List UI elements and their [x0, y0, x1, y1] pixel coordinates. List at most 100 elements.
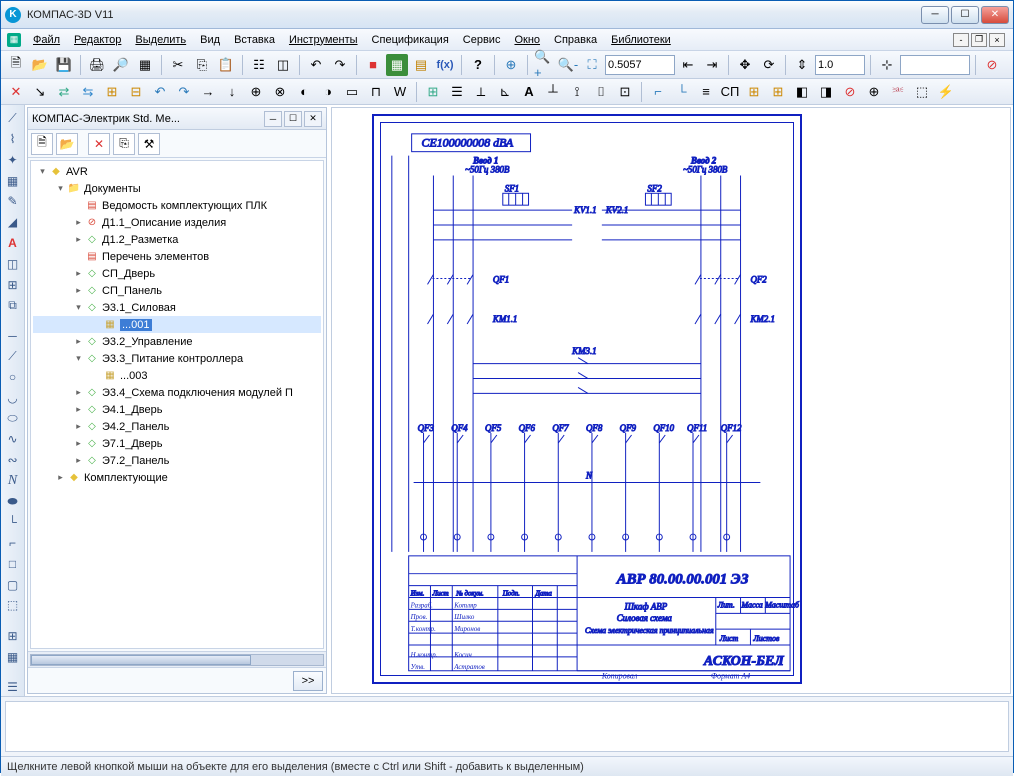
eb31[interactable]: ◧ [791, 81, 813, 103]
eb11[interactable]: ◐ [293, 81, 315, 103]
help-button[interactable]: ? [467, 54, 489, 76]
redraw-button[interactable]: ⟳ [758, 54, 780, 76]
tree-item[interactable]: ▸◇Э3.2_Управление [33, 333, 321, 350]
eb8[interactable]: ↓ [221, 81, 243, 103]
pan-button[interactable]: ✥ [734, 54, 756, 76]
stop-button[interactable]: ■ [362, 54, 384, 76]
pt-copy[interactable]: ⎘ [113, 133, 135, 155]
eb14[interactable]: ⊓ [365, 81, 387, 103]
menu-select[interactable]: Выделить [129, 32, 192, 48]
eb33[interactable]: ⊘ [839, 81, 861, 103]
mdi-restore[interactable]: ❐ [971, 33, 987, 47]
tree-item[interactable]: ▸◇Э7.2_Панель [33, 452, 321, 469]
eb29[interactable]: ⊞ [743, 81, 765, 103]
tree-item[interactable]: ▸⊘Д1.1_Описание изделия [33, 214, 321, 231]
zoom-in-button[interactable]: 🔍+ [533, 54, 555, 76]
eb25[interactable]: ⌐ [647, 81, 669, 103]
lt27[interactable]: ☰ [3, 677, 23, 696]
pt-open[interactable]: 📂 [56, 133, 78, 155]
menu-help[interactable]: Справка [548, 32, 603, 48]
props-button[interactable]: ☷ [248, 54, 270, 76]
tree-item[interactable]: ▾◇Э3.1_Силовая [33, 299, 321, 316]
eb18[interactable]: ⟂ [470, 81, 492, 103]
eb16[interactable]: ⊞ [422, 81, 444, 103]
eb17[interactable]: ☰ [446, 81, 468, 103]
redo2[interactable]: ↷ [173, 81, 195, 103]
eb5[interactable]: ⊞ [101, 81, 123, 103]
undo-button[interactable]: ↶ [305, 54, 327, 76]
eb7[interactable]: → [197, 81, 219, 103]
tree-item[interactable]: ▾📁Документы [33, 180, 321, 197]
menu-file[interactable]: Файл [27, 32, 66, 48]
panel-close[interactable]: ✕ [304, 111, 322, 127]
project-tree[interactable]: ▾◆AVR▾📁Документы▤Ведомость комплектующих… [30, 160, 324, 649]
step-combo[interactable] [815, 55, 865, 75]
pt-del[interactable]: ✕ [88, 133, 110, 155]
tree-item[interactable]: ▸◇Д1.2_Разметка [33, 231, 321, 248]
zoom-out-button[interactable]: 🔍- [557, 54, 579, 76]
lt24[interactable]: ⬚ [3, 596, 23, 615]
lt20[interactable]: └ [3, 513, 23, 532]
preview-button[interactable]: 🔎 [110, 54, 132, 76]
eb1[interactable]: ✕ [5, 81, 27, 103]
tree-item[interactable]: ▤Ведомость комплектующих ПЛК [33, 197, 321, 214]
lt23[interactable]: ▢ [3, 575, 23, 594]
menu-view[interactable]: Вид [194, 32, 226, 48]
undo2[interactable]: ↶ [149, 81, 171, 103]
lt3[interactable]: ✦ [3, 151, 23, 170]
menu-window[interactable]: Окно [508, 32, 546, 48]
cut-button[interactable]: ✂ [167, 54, 189, 76]
vars-button[interactable]: ▤ [410, 54, 432, 76]
lt1[interactable]: ⟋ [3, 109, 23, 128]
eb37[interactable]: ⚡ [935, 81, 957, 103]
tree-item[interactable]: ▾◆AVR [33, 163, 321, 180]
tree-item[interactable]: ▦...001 [33, 316, 321, 333]
eb12[interactable]: ◑ [317, 81, 339, 103]
eb26[interactable]: └ [671, 81, 693, 103]
plot-button[interactable]: ▦ [134, 54, 156, 76]
eb6[interactable]: ⊟ [125, 81, 147, 103]
mdi-min[interactable]: - [953, 33, 969, 47]
eb2[interactable]: ↘ [29, 81, 51, 103]
lt16[interactable]: ∿ [3, 430, 23, 449]
save-button[interactable]: 💾 [53, 54, 75, 76]
eb21[interactable]: ┴ [542, 81, 564, 103]
fx-button[interactable]: f(x) [434, 54, 456, 76]
zoom-window-button[interactable]: ⊕ [500, 54, 522, 76]
lt8[interactable]: ◫ [3, 254, 23, 273]
layers-button[interactable]: ◫ [272, 54, 294, 76]
tree-item[interactable]: ▤Перечень элементов [33, 248, 321, 265]
tree-item[interactable]: ▾◇Э3.3_Питание контроллера [33, 350, 321, 367]
mdi-close[interactable]: × [989, 33, 1005, 47]
eb13[interactable]: ▭ [341, 81, 363, 103]
lt10[interactable]: ⧉ [3, 296, 23, 315]
command-area[interactable] [5, 701, 1009, 752]
new-button[interactable]: 🗎 [5, 54, 27, 76]
eb9[interactable]: ⊕ [245, 81, 267, 103]
zoom-combo[interactable] [605, 55, 675, 75]
eb10[interactable]: ⊗ [269, 81, 291, 103]
lt4[interactable]: ▦ [3, 171, 23, 190]
print-button[interactable]: 🖨 [86, 54, 108, 76]
panel-more-button[interactable]: >> [293, 671, 323, 691]
lt11[interactable]: ─ [3, 326, 23, 345]
tree-item[interactable]: ▦...003 [33, 367, 321, 384]
zoom-fit-button[interactable]: ⛶ [581, 54, 603, 76]
canvas[interactable]: СЕ100000008 dВА Ввод 1 ~50Гц 380В Ввод 2… [331, 107, 1011, 694]
panel-max[interactable]: ☐ [284, 111, 302, 127]
maximize-button[interactable]: ☐ [951, 6, 979, 24]
snap2-button[interactable]: ⊘ [981, 54, 1003, 76]
lt15[interactable]: ⬭ [3, 409, 23, 428]
eb28[interactable]: СП [719, 81, 741, 103]
menu-libs[interactable]: Библиотеки [605, 32, 677, 48]
eb34[interactable]: ⊕ [863, 81, 885, 103]
lt9[interactable]: ⊞ [3, 275, 23, 294]
lt6[interactable]: ◢ [3, 213, 23, 232]
zoom-next-button[interactable]: ⇥ [701, 54, 723, 76]
lt18[interactable]: N [3, 472, 23, 491]
lt13[interactable]: ○ [3, 368, 23, 387]
close-button[interactable]: ✕ [981, 6, 1009, 24]
minimize-button[interactable]: ─ [921, 6, 949, 24]
lt26[interactable]: ▦ [3, 647, 23, 666]
lt21[interactable]: ⌐ [3, 534, 23, 553]
